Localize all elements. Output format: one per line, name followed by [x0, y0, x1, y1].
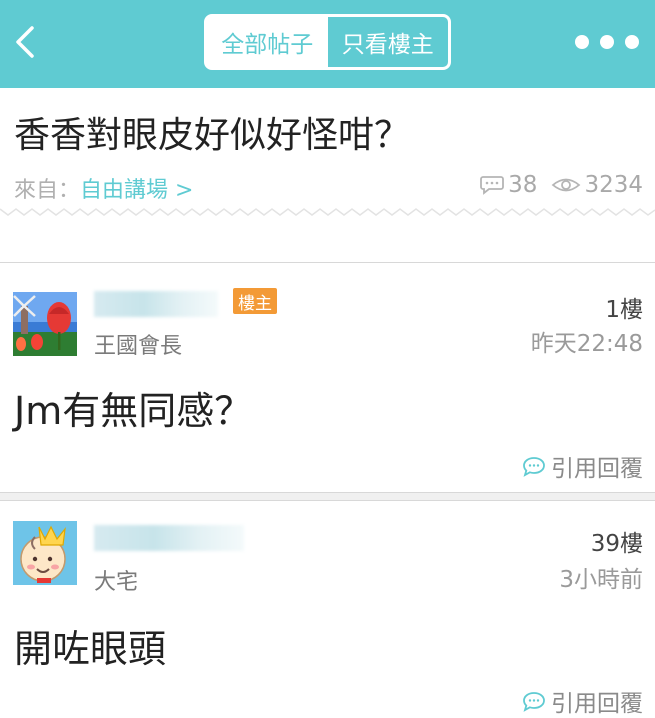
username-blurred — [94, 525, 244, 551]
comment-icon — [523, 692, 545, 712]
top-bar: 全部帖子 只看樓主 — [0, 0, 655, 88]
avatar[interactable] — [13, 521, 77, 585]
forum-link[interactable]: 自由講場 > — [80, 178, 193, 203]
user-rank: 大宅 — [94, 570, 139, 595]
more-dots-icon — [575, 35, 589, 49]
from-label: 來自： — [14, 178, 81, 203]
post-time: 3小時前 — [559, 567, 643, 593]
post-separator — [0, 492, 655, 500]
view-toggle: 全部帖子 只看樓主 — [204, 14, 451, 70]
username-blurred — [94, 291, 218, 317]
floor-number: 1樓 — [605, 297, 643, 323]
user-rank: 王國會長 — [94, 334, 183, 359]
thread-title: 香香對眼皮好似好怪咁？ — [14, 115, 411, 156]
post-content: 開咗眼頭 — [14, 627, 167, 671]
section-gap — [0, 216, 655, 262]
reply-label: 引用回覆 — [551, 456, 643, 482]
reply-label: 引用回覆 — [551, 691, 643, 717]
comment-icon — [480, 176, 505, 195]
tulip-windmill-avatar-icon — [13, 292, 77, 356]
back-button[interactable] — [6, 18, 46, 66]
baby-king-avatar-icon — [13, 521, 77, 585]
floor-number: 39樓 — [590, 531, 643, 557]
comment-icon — [523, 457, 545, 477]
quote-reply-button[interactable]: 引用回覆 — [522, 684, 643, 718]
view-count: 3234 — [584, 172, 643, 198]
comment-count: 38 — [508, 172, 538, 198]
op-badge: 樓主 — [233, 288, 277, 314]
eye-icon — [552, 178, 581, 192]
thread-stats: 38 3234 — [479, 172, 643, 198]
post-time: 昨天22:48 — [530, 331, 643, 357]
post-content: Jm有無同感？ — [14, 389, 253, 433]
tab-all-posts[interactable]: 全部帖子 — [207, 17, 328, 67]
avatar[interactable] — [13, 292, 77, 356]
more-dots-icon — [625, 35, 639, 49]
more-options-button[interactable] — [575, 32, 639, 52]
chevron-left-icon — [16, 26, 34, 58]
forum-source: 來自：自由講場 > — [14, 172, 193, 204]
quote-reply-button[interactable]: 引用回覆 — [522, 449, 643, 483]
tab-op-only[interactable]: 只看樓主 — [327, 17, 448, 67]
more-dots-icon — [600, 35, 614, 49]
